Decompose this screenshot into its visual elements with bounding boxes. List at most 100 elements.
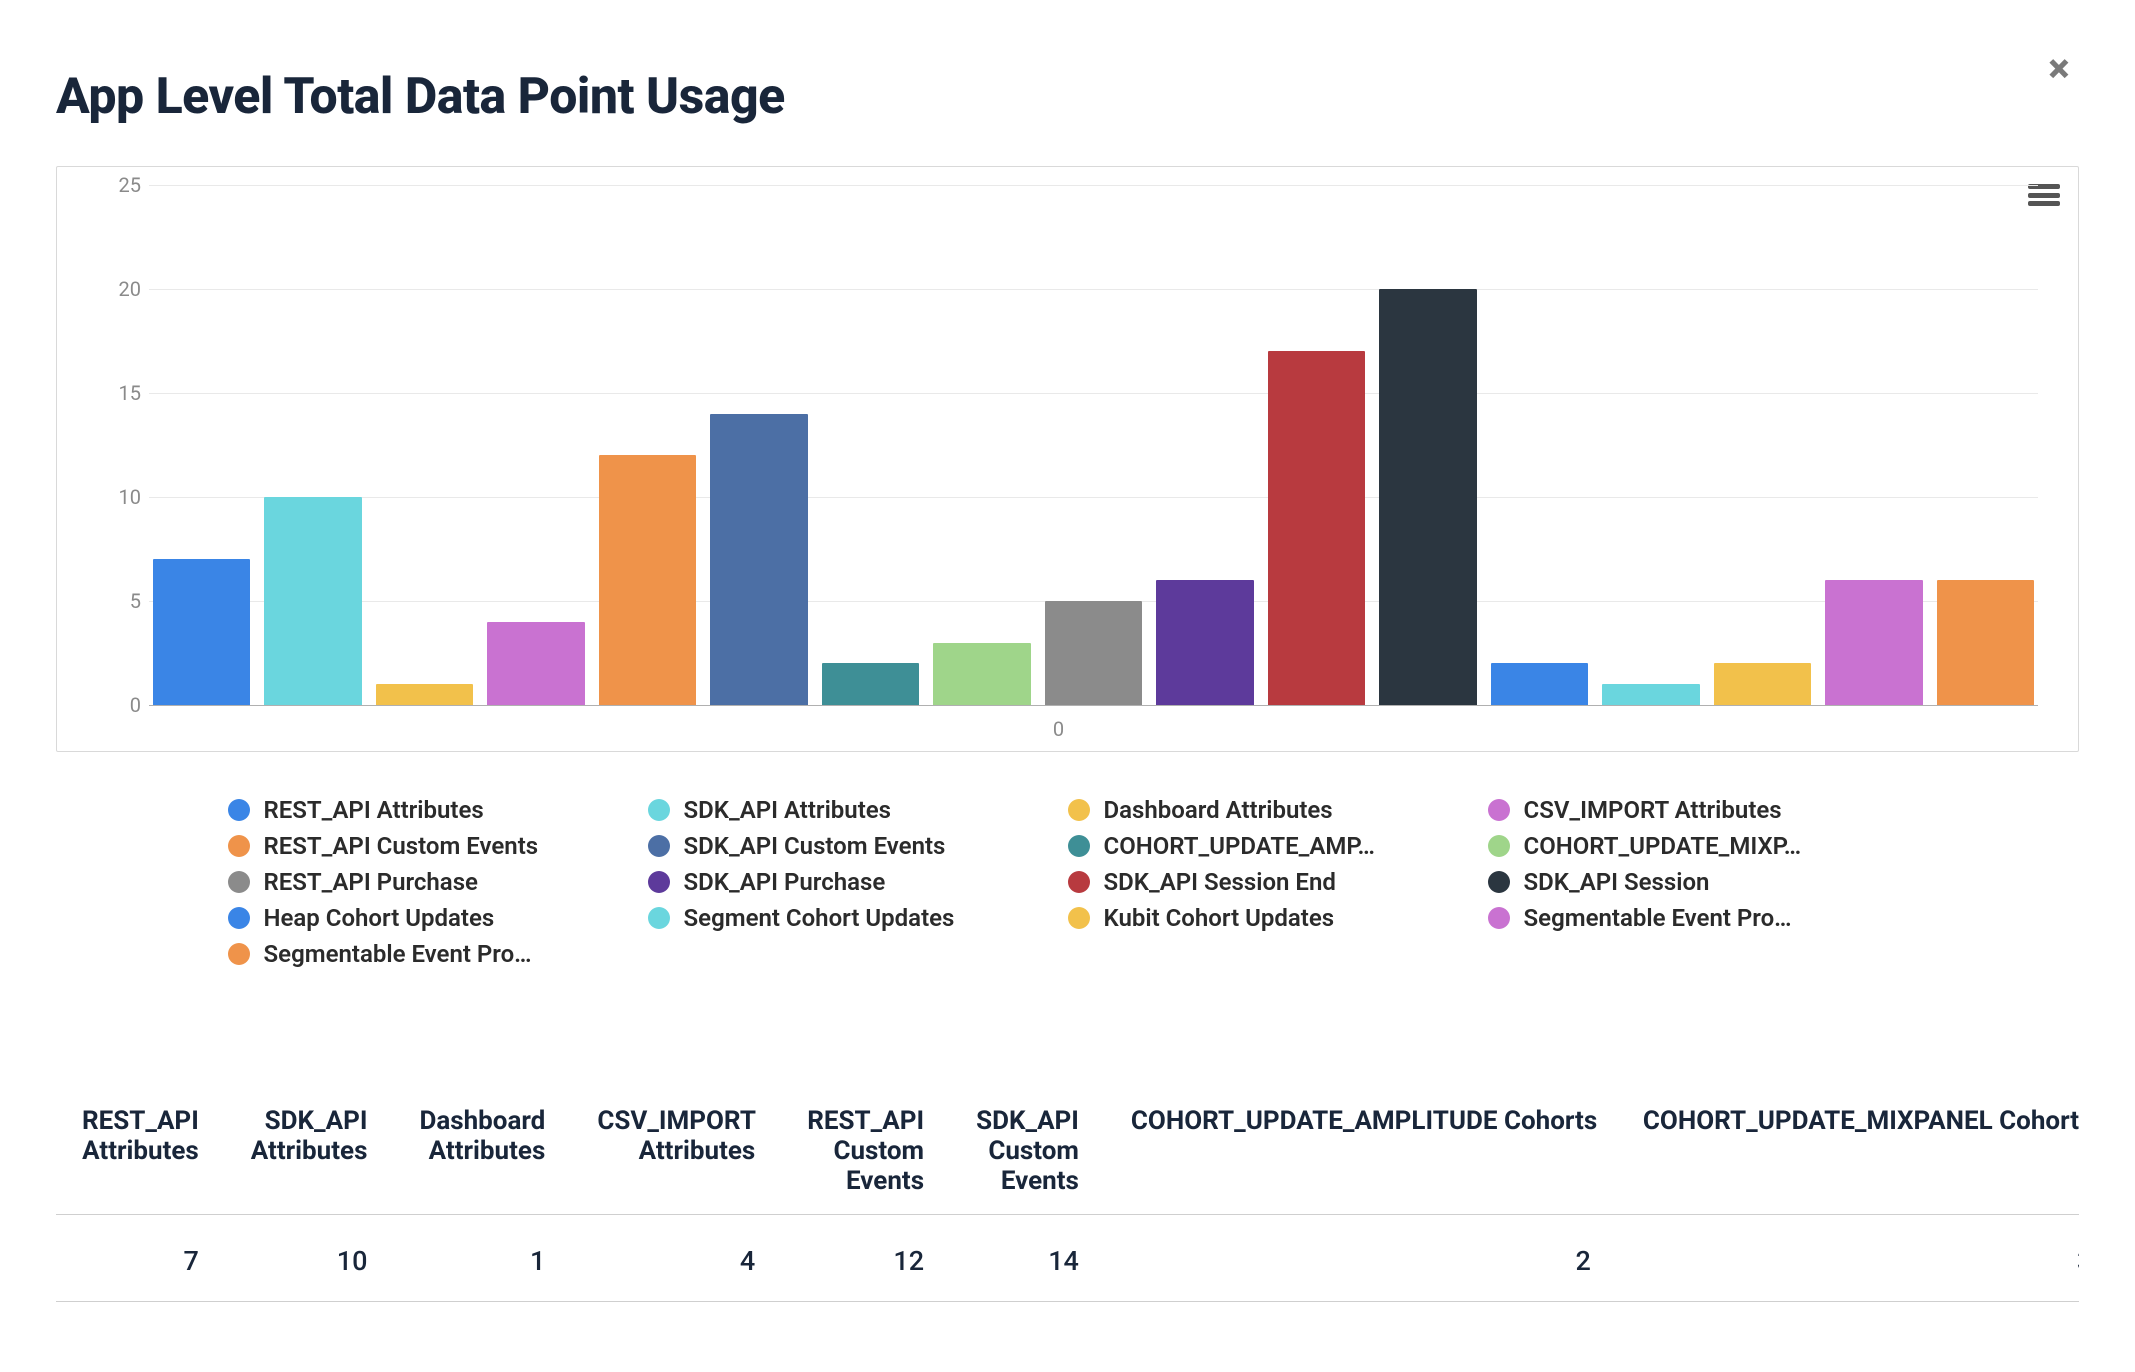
table-cell: 12 [781,1215,950,1302]
bar[interactable] [1937,580,2034,705]
page-title: App Level Total Data Point Usage [56,68,2079,126]
legend-swatch [648,799,670,821]
legend-item[interactable]: REST_API Purchase [228,868,648,896]
legend-swatch [228,799,250,821]
legend-item[interactable]: COHORT_UPDATE_MIXP… [1488,832,1908,860]
legend-label: REST_API Custom Events [264,832,539,860]
legend-label: SDK_API Session [1524,868,1710,896]
chart-legend: REST_API Attributes SDK_API Attributes Das… [56,796,2079,968]
bar[interactable] [822,663,919,705]
legend-label: Segment Cohort Updates [684,904,955,932]
legend-label: COHORT_UPDATE_AMP… [1104,832,1375,860]
y-axis-tick: 25 [93,173,141,197]
legend-item[interactable]: Segmentable Event Pro… [1488,904,1908,932]
grid-line [149,705,2038,706]
column-header[interactable]: CSV_IMPORT Attributes [571,1088,781,1215]
column-header[interactable]: SDK_API Custom Events [950,1088,1105,1215]
legend-item[interactable]: SDK_API Purchase [648,868,1068,896]
legend-swatch [648,835,670,857]
legend-label: Dashboard Attributes [1104,796,1333,824]
data-table: REST_API AttributesSDK_API AttributesDas… [56,1088,2079,1302]
legend-item[interactable]: Segmentable Event Pro… [228,940,648,968]
y-axis-tick: 0 [93,693,141,717]
column-header[interactable]: Dashboard Attributes [393,1088,571,1215]
legend-swatch [1068,799,1090,821]
bar[interactable] [153,559,250,705]
bar[interactable] [1491,663,1588,705]
close-button[interactable]: × [2039,48,2079,88]
bar[interactable] [487,622,584,705]
legend-item[interactable]: COHORT_UPDATE_AMP… [1068,832,1488,860]
legend-swatch [1068,871,1090,893]
legend-swatch [648,871,670,893]
legend-label: REST_API Attributes [264,796,484,824]
bar[interactable] [1602,684,1699,705]
bar[interactable] [264,497,361,705]
y-axis-tick: 10 [93,485,141,509]
table-cell: 10 [225,1215,394,1302]
legend-swatch [648,907,670,929]
chart-frame: 0510152025 0 [56,166,2079,752]
legend-label: Heap Cohort Updates [264,904,495,932]
bar[interactable] [1268,351,1365,705]
column-header[interactable]: REST_API Custom Events [781,1088,950,1215]
bar[interactable] [1156,580,1253,705]
legend-item[interactable]: REST_API Custom Events [228,832,648,860]
bar[interactable] [1825,580,1922,705]
legend-swatch [228,871,250,893]
legend-item[interactable]: SDK_API Session End [1068,868,1488,896]
legend-label: SDK_API Session End [1104,868,1336,896]
legend-swatch [228,835,250,857]
close-icon: × [2048,45,2069,92]
bar[interactable] [599,455,696,705]
legend-swatch [228,943,250,965]
plot-area: 0510152025 [149,185,2038,705]
legend-item[interactable]: SDK_API Custom Events [648,832,1068,860]
table-cell: 2 [1105,1215,1617,1302]
y-axis-tick: 15 [93,381,141,405]
legend-item[interactable]: Heap Cohort Updates [228,904,648,932]
legend-item[interactable]: CSV_IMPORT Attributes [1488,796,1908,824]
legend-label: REST_API Purchase [264,868,478,896]
legend-item[interactable]: SDK_API Session [1488,868,1908,896]
legend-label: COHORT_UPDATE_MIXP… [1524,832,1802,860]
legend-label: SDK_API Purchase [684,868,886,896]
legend-label: Kubit Cohort Updates [1104,904,1335,932]
y-axis-tick: 20 [93,277,141,301]
table-cell: 4 [571,1215,781,1302]
bar[interactable] [1379,289,1476,705]
legend-item[interactable]: Segment Cohort Updates [648,904,1068,932]
column-header[interactable]: COHORT_UPDATE_AMPLITUDE Cohorts [1105,1088,1617,1215]
bar[interactable] [710,414,807,705]
bar[interactable] [933,643,1030,705]
x-axis-tick: 0 [57,717,2060,741]
table-cell: 3 [1617,1215,2079,1302]
legend-label: Segmentable Event Pro… [1524,904,1792,932]
legend-item[interactable]: REST_API Attributes [228,796,648,824]
legend-swatch [1488,835,1510,857]
column-header[interactable]: SDK_API Attributes [225,1088,394,1215]
column-header[interactable]: COHORT_UPDATE_MIXPANEL Cohorts [1617,1088,2079,1215]
table-cell: 7 [56,1215,225,1302]
data-table-scroll[interactable]: REST_API AttributesSDK_API AttributesDas… [56,1088,2079,1312]
table-cell: 1 [393,1215,571,1302]
legend-item[interactable]: SDK_API Attributes [648,796,1068,824]
legend-swatch [1068,835,1090,857]
legend-item[interactable]: Kubit Cohort Updates [1068,904,1488,932]
bar[interactable] [376,684,473,705]
y-axis-tick: 5 [93,589,141,613]
legend-label: SDK_API Attributes [684,796,892,824]
bar[interactable] [1714,663,1811,705]
table-row: 7101412142356172021266 [56,1215,2079,1302]
legend-label: Segmentable Event Pro… [264,940,532,968]
legend-swatch [1488,907,1510,929]
legend-swatch [1488,799,1510,821]
legend-item[interactable]: Dashboard Attributes [1068,796,1488,824]
table-cell: 14 [950,1215,1105,1302]
legend-label: SDK_API Custom Events [684,832,946,860]
bar[interactable] [1045,601,1142,705]
legend-label: CSV_IMPORT Attributes [1524,796,1782,824]
column-header[interactable]: REST_API Attributes [56,1088,225,1215]
legend-swatch [228,907,250,929]
legend-swatch [1488,871,1510,893]
